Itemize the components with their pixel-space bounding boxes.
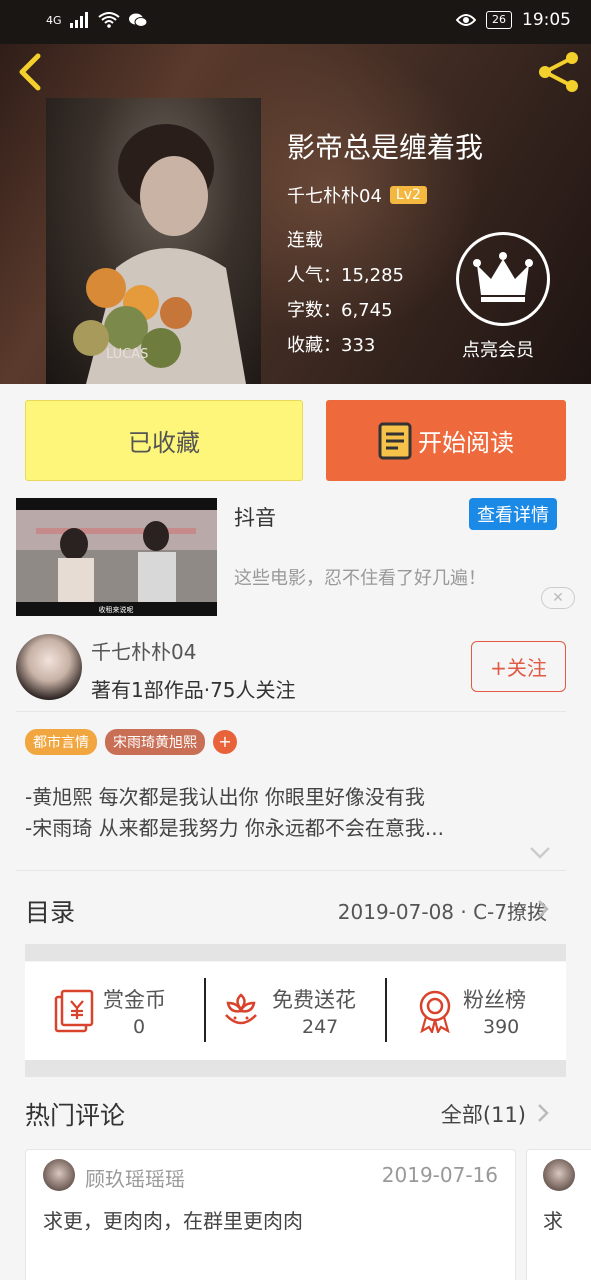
favorites-stat: 收藏：333 <box>287 335 376 356</box>
start-reading-label: 开始阅读 <box>418 429 514 457</box>
all-comments-link[interactable]: 全部(11) <box>441 1099 526 1129</box>
ad-close-button[interactable]: ✕ <box>541 587 575 609</box>
ad-thumbnail[interactable]: 收租来说呢 <box>16 498 217 616</box>
ad-thumb-caption: 收租来说呢 <box>99 605 134 614</box>
book-icon <box>378 422 412 459</box>
synopsis-line: -宋雨琦 从来都是我努力 你永远都不会在意我... <box>25 816 445 840</box>
fan-ranking-value: 390 <box>483 1016 520 1038</box>
share-button[interactable] <box>536 50 582 94</box>
divider <box>16 870 566 871</box>
tag-urban-romance[interactable]: 都市言情 <box>25 729 97 755</box>
back-button[interactable] <box>14 50 50 94</box>
fan-ranking-cell[interactable]: 粉丝榜 390 <box>387 962 567 1060</box>
book-title: 影帝总是缠着我 <box>287 131 484 164</box>
crown-icon <box>473 252 533 302</box>
tag-couple[interactable]: 宋雨琦黄旭熙 <box>105 729 205 755</box>
collected-button[interactable]: 已收藏 <box>25 400 303 481</box>
comment-date: 2019-07-16 <box>381 1163 498 1187</box>
share-icon <box>539 52 578 92</box>
medal-icon <box>419 990 451 1033</box>
status-bar: 4G 26 19:05 <box>0 0 591 44</box>
chevron-left-icon <box>19 53 41 91</box>
reward-coins-cell[interactable]: 赏金币 0 <box>25 962 205 1060</box>
comment-text: 求更，更肉肉，在群里更肉肉 <box>43 1209 303 1233</box>
hot-comments-title: 热门评论 <box>25 1101 126 1130</box>
clock: 19:05 <box>522 10 571 30</box>
section-separator <box>25 944 566 961</box>
comment-text: 求 <box>543 1209 563 1233</box>
book-cover-image[interactable]: LUCAS <box>46 98 261 384</box>
ad-banner[interactable]: 收租来说呢 抖音 查看详情 这些电影，忍不住看了好几遍！ ✕ <box>0 496 591 628</box>
support-stats-row: 赏金币 0 免费送花 247 粉丝榜 390 <box>25 962 566 1060</box>
eye-icon <box>456 14 476 26</box>
author-name[interactable]: 千七朴朴04 <box>91 636 196 665</box>
follow-button[interactable]: +关注 <box>471 641 566 692</box>
tag-list: 都市言情 宋雨琦黄旭熙 + <box>25 729 237 755</box>
comment-card[interactable]: 求 <box>526 1149 591 1280</box>
section-separator <box>25 1060 566 1077</box>
chevron-right-icon[interactable] <box>537 899 549 919</box>
ad-view-details-button[interactable]: 查看详情 <box>469 498 557 530</box>
commenter-avatar[interactable] <box>543 1159 575 1191</box>
popularity-stat: 人气：15,285 <box>287 265 404 286</box>
battery-indicator: 26 <box>486 11 512 29</box>
catalog-title[interactable]: 目录 <box>25 893 75 929</box>
network-label: 4G <box>46 13 62 27</box>
free-flowers-label: 免费送花 <box>272 988 356 1012</box>
comment-card[interactable]: 顾玖瑶瑶瑶 2019-07-16 求更，更肉肉，在群里更肉肉 <box>25 1149 516 1280</box>
action-bar: 已收藏 开始阅读 <box>0 384 591 496</box>
author-section: 千七朴朴04 著有1部作品·75人关注 +关注 <box>0 628 591 712</box>
fan-ranking-label: 粉丝榜 <box>463 988 526 1012</box>
chevron-down-icon[interactable] <box>529 845 551 861</box>
ad-video-still: 收租来说呢 <box>16 510 217 614</box>
level-badge: Lv2 <box>389 186 427 204</box>
ad-description: 这些电影，忍不住看了好几遍！ <box>234 568 486 589</box>
author-info: 著有1部作品·75人关注 <box>91 678 296 702</box>
add-tag-button[interactable]: + <box>213 730 237 754</box>
book-header: 4G 26 19:05 LUCAS 影帝总是缠着我 千七朴朴04 Lv2 连载 … <box>0 0 591 384</box>
vip-label[interactable]: 点亮会员 <box>462 336 534 362</box>
flower-icon <box>225 993 257 1025</box>
book-author-line: 千七朴朴04 Lv2 <box>287 182 427 208</box>
book-synopsis[interactable]: -黄旭熙 每次都是我认出你 你眼里好像没有我 -宋雨琦 从来都是我努力 你永远都… <box>25 782 444 844</box>
ad-title: 抖音 <box>234 506 276 530</box>
commenter-name[interactable]: 顾玖瑶瑶瑶 <box>85 1163 185 1192</box>
free-flowers-cell[interactable]: 免费送花 247 <box>206 962 386 1060</box>
vip-crown-button[interactable] <box>456 232 550 326</box>
wifi-icon <box>97 12 120 28</box>
serial-status: 连载 <box>287 230 323 251</box>
catalog-latest-chapter[interactable]: 2019-07-08 · C-7撩拨 <box>338 896 547 925</box>
reward-coins-value: 0 <box>133 1016 146 1038</box>
start-reading-button[interactable]: 开始阅读 <box>326 400 566 481</box>
book-author-name[interactable]: 千七朴朴04 <box>287 182 382 208</box>
red-envelope-yuan-icon <box>54 989 94 1033</box>
divider <box>16 711 566 712</box>
signal-icon <box>69 12 88 28</box>
reward-coins-label: 赏金币 <box>103 988 166 1012</box>
cover-text: LUCAS <box>106 347 148 362</box>
free-flowers-value: 247 <box>302 1016 339 1038</box>
cover-illustration: LUCAS <box>73 124 246 384</box>
wechat-icon <box>128 13 148 27</box>
commenter-avatar[interactable] <box>43 1159 75 1191</box>
chevron-right-icon[interactable] <box>537 1103 549 1123</box>
word-count-stat: 字数：6,745 <box>287 300 393 321</box>
author-avatar[interactable] <box>16 634 82 700</box>
synopsis-line: -黄旭熙 每次都是我认出你 你眼里好像没有我 <box>25 785 425 809</box>
